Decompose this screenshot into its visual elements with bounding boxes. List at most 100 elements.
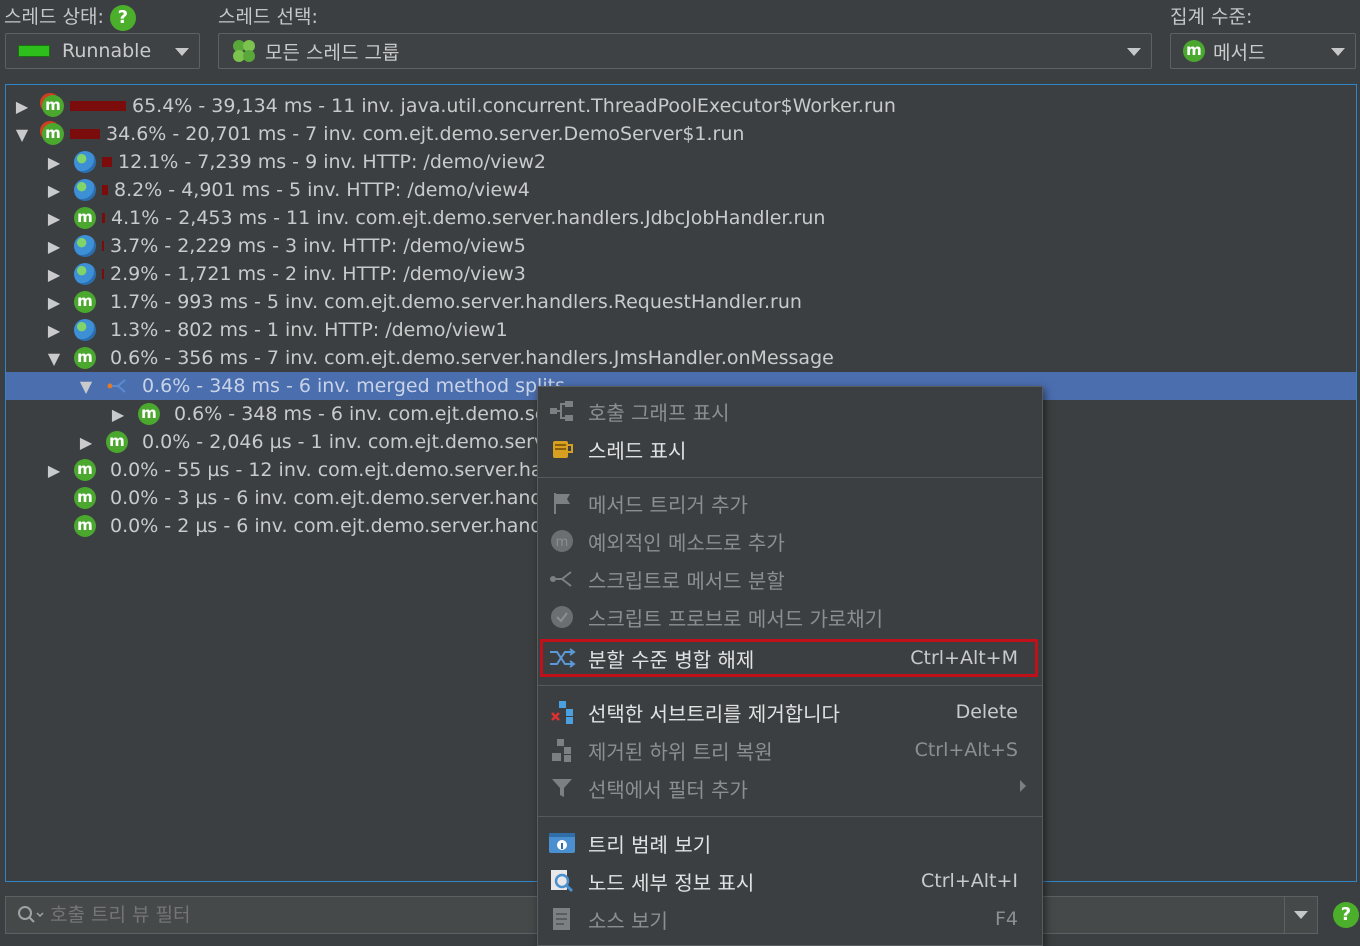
collapse-arrow-icon[interactable]: ▼: [12, 125, 32, 144]
tree-row[interactable]: ▼ m 34.6% - 20,701 ms - 7 inv. com.ejt.d…: [6, 120, 1356, 148]
expand-arrow-icon[interactable]: ▶: [44, 237, 64, 256]
tree-row-text: 65.4% - 39,134 ms - 11 inv. java.util.co…: [132, 95, 896, 117]
expand-arrow-icon[interactable]: ▶: [44, 209, 64, 228]
remove-subtree-icon: [548, 698, 576, 726]
chevron-down-icon: [1331, 48, 1345, 56]
tree-row[interactable]: ▶ 3.7% - 2,229 ms - 3 inv. HTTP: /demo/v…: [6, 232, 1356, 260]
tree-row-text: 8.2% - 4,901 ms - 5 inv. HTTP: /demo/vie…: [114, 179, 530, 201]
percentage-bar: [102, 213, 105, 223]
method-icon: m: [106, 431, 128, 453]
globe-icon: [74, 151, 96, 173]
expand-arrow-icon[interactable]: ▶: [44, 181, 64, 200]
method-icon: m: [74, 487, 96, 509]
filter-input[interactable]: [48, 903, 552, 927]
tree-row-text: 1.3% - 802 ms - 1 inv. HTTP: /demo/view1: [110, 319, 508, 341]
unmerge-icon: [548, 644, 576, 672]
shortcut: F4: [994, 908, 1018, 930]
context-menu: 호출 그래프 표시 스레드 표시 메서드 트리거 추가 m 예외적인 메소드로 …: [537, 386, 1043, 946]
menu-item-view-source[interactable]: 소스 보기 F4: [538, 901, 1042, 937]
menu-item-remove-subtree[interactable]: 선택한 서브트리를 제거합니다 Delete: [538, 694, 1042, 730]
menu-item-add-exceptional-method[interactable]: m 예외적인 메소드로 추가: [538, 523, 1042, 559]
percentage-bar: [70, 129, 100, 139]
aggregation-dropdown[interactable]: m 메서드: [1170, 33, 1356, 69]
thread-select-value: 모든 스레드 그룹: [265, 41, 400, 64]
tree-row-text: 4.1% - 2,453 ms - 11 inv. com.ejt.demo.s…: [111, 207, 826, 229]
chevron-down-icon: [1127, 48, 1141, 56]
split-script-icon: [548, 565, 576, 593]
tree-row[interactable]: ▶ 2.9% - 1,721 ms - 2 inv. HTTP: /demo/v…: [6, 260, 1356, 288]
help-icon[interactable]: ?: [1333, 902, 1359, 928]
tree-row[interactable]: ▶ 12.1% - 7,239 ms - 9 inv. HTTP: /demo/…: [6, 148, 1356, 176]
expand-arrow-icon[interactable]: ▶: [44, 293, 64, 312]
aggregation-value: 메서드: [1213, 41, 1266, 64]
thread-state-label: 스레드 상태:?: [4, 2, 136, 31]
tree-row-text: 34.6% - 20,701 ms - 7 inv. com.ejt.demo.…: [106, 123, 745, 145]
tree-row-text: 0.0% - 2 µs - 6 inv. com.ejt.demo.server…: [110, 515, 560, 537]
tree-row-text: 2.9% - 1,721 ms - 2 inv. HTTP: /demo/vie…: [110, 263, 526, 285]
expand-arrow-icon[interactable]: ▶: [76, 433, 96, 452]
legend-icon: [548, 829, 576, 857]
tree-row[interactable]: ▼ m 0.6% - 356 ms - 7 inv. com.ejt.demo.…: [6, 344, 1356, 372]
method-icon: m: [74, 347, 96, 369]
menu-item-intercept-probe[interactable]: 스크립트 프로브로 메서드 가로채기: [538, 599, 1042, 635]
tree-row-text: 12.1% - 7,239 ms - 9 inv. HTTP: /demo/vi…: [118, 151, 546, 173]
percentage-bar: [70, 101, 126, 111]
expand-arrow-icon[interactable]: ▶: [12, 97, 32, 116]
thread-select-dropdown[interactable]: 모든 스레드 그룹: [218, 33, 1152, 69]
expand-arrow-icon[interactable]: ▶: [108, 405, 128, 424]
tree-row-text: 0.0% - 2,046 µs - 1 inv. com.ejt.demo.se…: [142, 431, 557, 453]
shortcut: Ctrl+Alt+S: [914, 739, 1018, 761]
method-icon: m: [1183, 40, 1205, 62]
expand-arrow-icon[interactable]: ▶: [44, 461, 64, 480]
expand-arrow-icon[interactable]: ▶: [44, 153, 64, 172]
menu-item-show-thread[interactable]: 스레드 표시: [538, 431, 1042, 467]
method-icon: m: [138, 403, 160, 425]
tree-row[interactable]: ▶ m 1.7% - 993 ms - 5 inv. com.ejt.demo.…: [6, 288, 1356, 316]
chevron-down-icon: [1294, 911, 1308, 919]
menu-separator: [538, 685, 1042, 686]
menu-item-split-method-script[interactable]: 스크립트로 메서드 분할: [538, 561, 1042, 597]
tree-row-text: 0.0% - 3 µs - 6 inv. com.ejt.demo.server…: [110, 487, 560, 509]
menu-item-unmerge-split-level[interactable]: 분할 수준 병합 해제 Ctrl+Alt+M: [538, 640, 1042, 676]
globe-icon: [74, 263, 96, 285]
search-icon: [16, 904, 44, 926]
percentage-bar: [102, 241, 104, 251]
expand-arrow-icon[interactable]: ▶: [44, 265, 64, 284]
help-icon[interactable]: ?: [109, 4, 136, 31]
shortcut: Delete: [955, 701, 1018, 723]
expand-arrow-icon[interactable]: ▶: [44, 321, 64, 340]
menu-item-add-filter[interactable]: 선택에서 필터 추가: [538, 770, 1042, 806]
tree-row-text: 0.6% - 356 ms - 7 inv. com.ejt.demo.serv…: [110, 347, 834, 369]
menu-separator: [538, 816, 1042, 817]
exceptional-method-icon: m: [548, 527, 576, 555]
globe-icon: [74, 179, 96, 201]
chevron-down-icon: [175, 48, 189, 56]
thread-state-dropdown[interactable]: Runnable: [5, 33, 200, 69]
shortcut: Ctrl+Alt+I: [921, 870, 1018, 892]
tree-row[interactable]: ▶ m 4.1% - 2,453 ms - 11 inv. com.ejt.de…: [6, 204, 1356, 232]
menu-item-restore-subtree[interactable]: 제거된 하위 트리 복원 Ctrl+Alt+S: [538, 732, 1042, 768]
source-icon: [548, 905, 576, 933]
menu-item-show-call-graph[interactable]: 호출 그래프 표시: [538, 393, 1042, 429]
collapse-arrow-icon[interactable]: ▼: [44, 349, 64, 368]
method-icon: m: [74, 207, 96, 229]
tree-row[interactable]: ▶ 1.3% - 802 ms - 1 inv. HTTP: /demo/vie…: [6, 316, 1356, 344]
method-icon: m: [74, 515, 96, 537]
svg-text:m: m: [556, 535, 569, 550]
collapse-arrow-icon[interactable]: ▼: [76, 377, 96, 396]
shortcut: Ctrl+Alt+M: [910, 647, 1018, 669]
aggregation-label: 집계 수준:: [1170, 6, 1253, 28]
tree-row[interactable]: ▶ m 65.4% - 39,134 ms - 11 inv. java.uti…: [6, 92, 1356, 120]
menu-item-add-method-trigger[interactable]: 메서드 트리거 추가: [538, 485, 1042, 521]
tree-row-text: 0.6% - 348 ms - 6 inv. com.ejt.demo.ser: [174, 403, 555, 425]
tree-row-text: 1.7% - 993 ms - 5 inv. com.ejt.demo.serv…: [110, 291, 802, 313]
globe-icon: [74, 235, 96, 257]
menu-item-show-tree-legend[interactable]: 트리 범례 보기: [538, 825, 1042, 861]
split-icon: [106, 377, 128, 395]
menu-item-show-node-details[interactable]: 노드 세부 정보 표시 Ctrl+Alt+I: [538, 863, 1042, 899]
percentage-bar: [102, 185, 108, 195]
tree-row[interactable]: ▶ 8.2% - 4,901 ms - 5 inv. HTTP: /demo/v…: [6, 176, 1356, 204]
runnable-state-icon: [18, 45, 50, 57]
filter-dropdown-button[interactable]: [1284, 896, 1318, 934]
call-graph-icon: [548, 397, 576, 425]
